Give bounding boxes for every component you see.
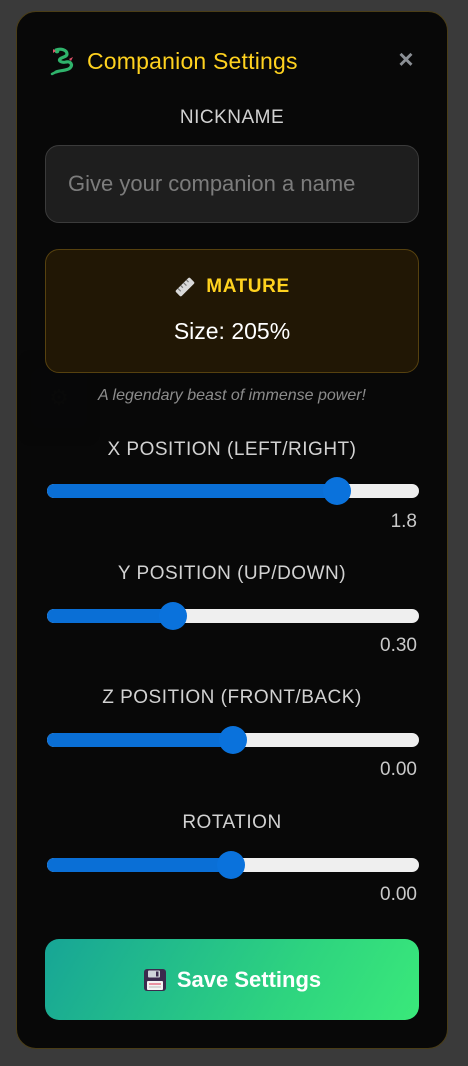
stage-row: MATURE xyxy=(46,276,418,298)
stage-name: MATURE xyxy=(206,276,290,297)
close-button[interactable]: × xyxy=(395,46,417,72)
save-settings-button[interactable]: Save Settings xyxy=(45,939,419,1020)
y-position-value: 0.30 xyxy=(380,635,417,656)
slider-thumb[interactable] xyxy=(217,851,246,879)
slider-fill xyxy=(47,484,338,498)
slider-fill xyxy=(47,733,233,747)
panel-title: Companion Settings xyxy=(87,47,298,74)
growth-stage-card: MATURE Size: 205% xyxy=(45,249,419,373)
rotation-value: 0.00 xyxy=(380,884,417,905)
ruler-icon xyxy=(175,277,195,297)
slider-thumb[interactable] xyxy=(323,477,352,505)
save-settings-label: Save Settings xyxy=(176,966,322,992)
z-position-slider[interactable] xyxy=(47,726,419,754)
rotation-label: ROTATION xyxy=(182,812,282,833)
nickname-input[interactable] xyxy=(45,145,419,223)
slider-fill xyxy=(47,609,174,623)
x-position-value: 1.8 xyxy=(390,511,417,532)
nickname-label: NICKNAME xyxy=(179,107,285,128)
z-position-label: Z POSITION (FRONT/BACK) xyxy=(102,687,362,708)
stage-description: A legendary beast of immense power! xyxy=(98,387,366,404)
z-position-value: 0.00 xyxy=(380,759,417,780)
rotation-slider[interactable] xyxy=(47,851,419,879)
x-position-slider[interactable] xyxy=(47,477,419,505)
floppy-disk-icon xyxy=(143,968,166,991)
y-position-label: Y POSITION (UP/DOWN) xyxy=(117,563,347,584)
companion-settings-panel: Companion Settings × NICKNAME MATURE Siz… xyxy=(16,11,448,1049)
slider-thumb[interactable] xyxy=(159,602,188,630)
size-text: Size: 205% xyxy=(173,318,291,344)
x-position-label: X POSITION (LEFT/RIGHT) xyxy=(107,439,357,460)
slider-fill xyxy=(47,858,232,872)
dragon-icon xyxy=(50,47,73,76)
y-position-slider[interactable] xyxy=(47,602,419,630)
panel-header: Companion Settings xyxy=(47,46,298,76)
slider-thumb[interactable] xyxy=(219,726,247,754)
